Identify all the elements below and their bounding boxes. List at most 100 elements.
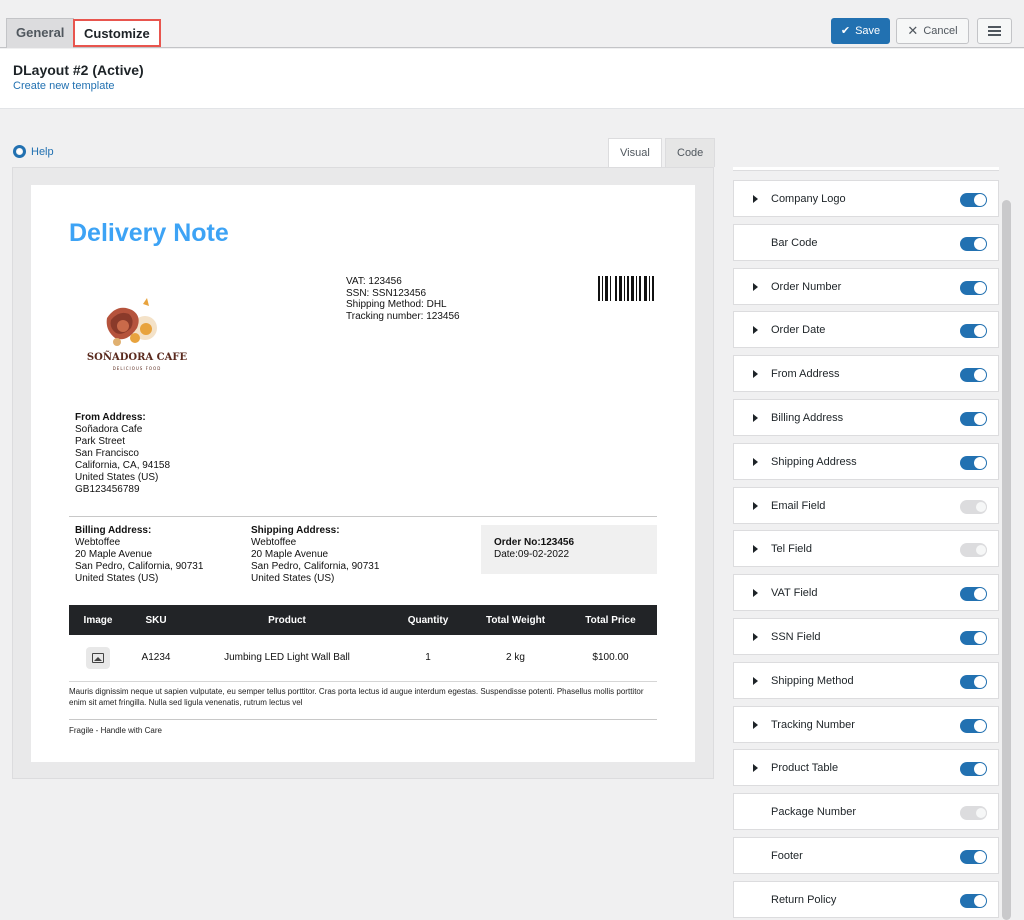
save-label: Save xyxy=(855,25,881,37)
cancel-button[interactable]: ✕ Cancel xyxy=(896,18,969,44)
close-icon: ✕ xyxy=(907,23,919,38)
order-number: Order No:123456 xyxy=(494,537,575,548)
panel-item-label: Email Field xyxy=(771,500,826,512)
product-table: Image SKU Product Quantity Total Weight … xyxy=(69,605,657,682)
expand-arrow-icon[interactable] xyxy=(753,458,758,466)
visibility-toggle[interactable] xyxy=(960,675,987,689)
panel-item-shipping-address[interactable]: Shipping Address xyxy=(733,443,999,480)
table-row: A1234 Jumbing LED Light Wall Ball 1 2 kg… xyxy=(69,635,657,682)
col-total-price: Total Price xyxy=(564,605,657,635)
from-address-label: From Address: xyxy=(75,412,146,423)
expand-arrow-icon[interactable] xyxy=(753,370,758,378)
document-footer-text: Fragile - Handle with Care xyxy=(69,726,162,735)
lifebuoy-icon xyxy=(13,145,26,158)
visibility-toggle[interactable] xyxy=(960,412,987,426)
billing-address: Billing Address: Webtoffee 20 Maple Aven… xyxy=(75,525,203,585)
panel-item-order-date[interactable]: Order Date xyxy=(733,311,999,348)
visibility-toggle[interactable] xyxy=(960,850,987,864)
visibility-toggle[interactable] xyxy=(960,543,987,557)
logo-name: SOÑADORA CAFE xyxy=(87,351,187,363)
expand-arrow-icon[interactable] xyxy=(753,721,758,729)
help-label: Help xyxy=(31,145,54,158)
panel-item-footer[interactable]: Footer xyxy=(733,837,999,874)
expand-arrow-icon[interactable] xyxy=(753,764,758,772)
cafe-logo-icon: SOÑADORA CAFE DELICIOUS FOOD xyxy=(87,298,187,371)
expand-arrow-icon[interactable] xyxy=(753,195,758,203)
from-line: GB123456789 xyxy=(75,484,140,495)
divider xyxy=(69,719,657,720)
order-date: Date:09-02-2022 xyxy=(494,549,570,560)
panel-item-order-number[interactable]: Order Number xyxy=(733,268,999,305)
panel-item-from-address[interactable]: From Address xyxy=(733,355,999,392)
expand-arrow-icon[interactable] xyxy=(753,283,758,291)
panel-scrollbar[interactable] xyxy=(1002,200,1011,920)
shipping-line: San Pedro, California, 90731 xyxy=(251,561,380,572)
tab-code[interactable]: Code xyxy=(665,138,716,167)
visibility-toggle[interactable] xyxy=(960,587,987,601)
expand-arrow-icon[interactable] xyxy=(753,414,758,422)
from-line: California, CA, 94158 xyxy=(75,460,171,471)
shipping-method-line: Shipping Method: DHL xyxy=(346,299,447,310)
template-header: DLayout #2 (Active) Create new template xyxy=(0,49,1024,109)
billing-line: San Pedro, California, 90731 xyxy=(75,561,204,572)
from-line: United States (US) xyxy=(75,472,159,483)
hamburger-icon xyxy=(988,26,1001,36)
panel-item-label: Return Policy xyxy=(771,894,837,906)
more-menu-button[interactable] xyxy=(977,18,1012,44)
help-link[interactable]: Help xyxy=(13,145,54,158)
visibility-toggle[interactable] xyxy=(960,368,987,382)
expand-arrow-icon[interactable] xyxy=(753,502,758,510)
visibility-toggle[interactable] xyxy=(960,631,987,645)
tab-customize[interactable]: Customize xyxy=(73,19,161,47)
visibility-toggle[interactable] xyxy=(960,500,987,514)
cancel-label: Cancel xyxy=(923,25,958,37)
panel-item-product-table[interactable]: Product Table xyxy=(733,749,999,786)
panel-item-vat-field[interactable]: VAT Field xyxy=(733,574,999,611)
document-note-text: Mauris dignissim neque ut sapien vulputa… xyxy=(69,687,644,707)
billing-line: United States (US) xyxy=(75,573,159,584)
visibility-toggle[interactable] xyxy=(960,237,987,251)
expand-arrow-icon[interactable] xyxy=(753,677,758,685)
tab-visual[interactable]: Visual xyxy=(608,138,662,167)
panel-item-return-policy[interactable]: Return Policy xyxy=(733,881,999,918)
panel-item-email-field[interactable]: Email Field xyxy=(733,487,999,524)
panel-item-shipping-method[interactable]: Shipping Method xyxy=(733,662,999,699)
expand-arrow-icon[interactable] xyxy=(753,589,758,597)
weight-cell: 2 kg xyxy=(467,635,564,682)
panel-item-company-logo[interactable]: Company Logo xyxy=(733,180,999,217)
visibility-toggle[interactable] xyxy=(960,762,987,776)
col-quantity: Quantity xyxy=(389,605,467,635)
price-cell: $100.00 xyxy=(564,635,657,682)
billing-address-label: Billing Address: xyxy=(75,525,152,536)
panel-item-label: Shipping Address xyxy=(771,456,857,468)
save-button[interactable]: ✔ Save xyxy=(831,18,890,44)
ssn-line: SSN: SSN123456 xyxy=(346,287,427,299)
panel-item-ssn-field[interactable]: SSN Field xyxy=(733,618,999,655)
panel-item-billing-address[interactable]: Billing Address xyxy=(733,399,999,436)
visibility-toggle[interactable] xyxy=(960,894,987,908)
expand-arrow-icon[interactable] xyxy=(753,633,758,641)
expand-arrow-icon[interactable] xyxy=(753,326,758,334)
visibility-toggle[interactable] xyxy=(960,806,987,820)
panel-item-label: Tel Field xyxy=(771,543,812,555)
panel-item-label: Company Logo xyxy=(771,193,846,205)
visibility-toggle[interactable] xyxy=(960,281,987,295)
panel-item-tracking-number[interactable]: Tracking Number xyxy=(733,706,999,743)
tab-general[interactable]: General xyxy=(6,18,75,48)
shipping-line: United States (US) xyxy=(251,573,335,584)
create-new-template-link[interactable]: Create new template xyxy=(13,80,115,92)
product-cell: Jumbing LED Light Wall Ball xyxy=(185,635,389,682)
visibility-toggle[interactable] xyxy=(960,719,987,733)
visibility-toggle[interactable] xyxy=(960,324,987,338)
panel-item-label: VAT Field xyxy=(771,587,818,599)
panel-item-tel-field[interactable]: Tel Field xyxy=(733,530,999,567)
panel-item-package-number[interactable]: Package Number xyxy=(733,793,999,830)
visibility-toggle[interactable] xyxy=(960,456,987,470)
expand-arrow-icon[interactable] xyxy=(753,545,758,553)
visibility-toggle[interactable] xyxy=(960,193,987,207)
from-line: Soñadora Cafe xyxy=(75,424,143,435)
panel-item-bar-code[interactable]: Bar Code xyxy=(733,224,999,261)
barcode-image xyxy=(598,276,658,301)
tracking-number-line: Tracking number: 123456 xyxy=(346,310,460,322)
col-product: Product xyxy=(185,605,389,635)
